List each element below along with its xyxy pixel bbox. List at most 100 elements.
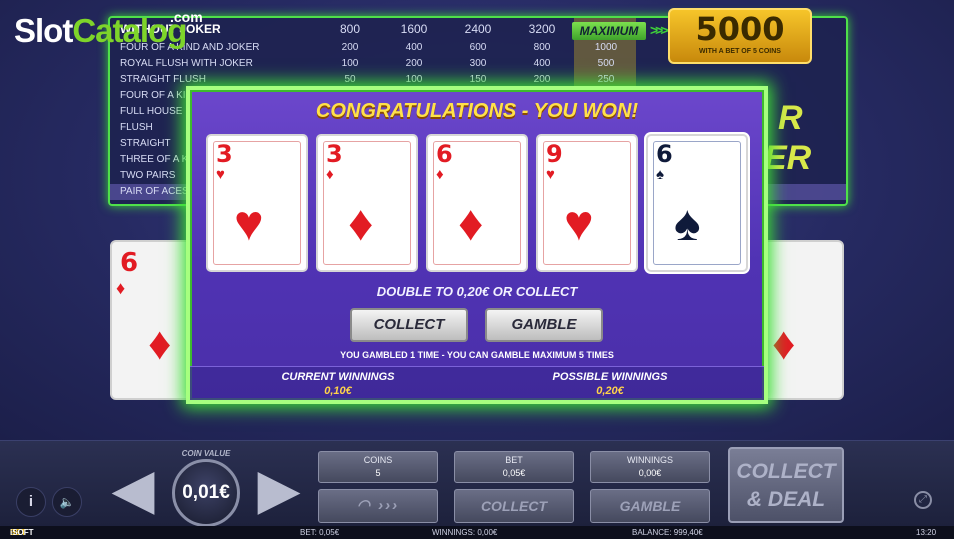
paytable-hand: PAIR OF ACES (120, 186, 189, 197)
coin-value-label: COIN VALUE (181, 449, 231, 458)
bet-value: 0,05€ (502, 468, 526, 478)
playing-card: 9 ♥ ♥ (536, 134, 638, 272)
current-winnings-value: 0,10€ (324, 385, 352, 397)
card-rank: 6 (120, 248, 139, 278)
winnings-value: 0,00€ (638, 468, 662, 478)
fullscreen-icon[interactable]: ⤢ (914, 491, 932, 509)
possible-winnings-label: POSSIBLE WINNINGS (552, 371, 668, 383)
winnings-strip: CURRENT WINNINGS 0,10€ POSSIBLE WINNINGS… (190, 366, 764, 400)
paytable-header-pay: 1600 (400, 22, 428, 36)
spade-icon: ♠ (674, 195, 701, 251)
background-card-left: 6 ♦ ♦ (110, 240, 192, 400)
coins-value: 5 (375, 468, 381, 478)
maximum-arrows-icon: >>> (650, 22, 668, 38)
paytable-header-pay: 2400 (464, 22, 492, 36)
diamond-icon: ♦ (326, 166, 334, 183)
coins-label: COINS (363, 455, 393, 465)
game-logo-line: ER (764, 139, 812, 177)
maximum-label: MAXIMUM (572, 22, 646, 40)
gamble-count-text: YOU GAMBLED 1 TIME - YOU CAN GAMBLE MAXI… (340, 350, 614, 360)
status-time: 13:20 (916, 528, 937, 537)
paytable-header-pay: 3200 (528, 22, 556, 36)
heart-icon: ♥ (564, 195, 594, 251)
card-rank: 6 (436, 140, 453, 168)
bet-field: BET 0,05€ (454, 451, 574, 483)
status-balance: BALANCE: 999,40€ (632, 528, 703, 537)
current-winnings-label: CURRENT WINNINGS (281, 371, 395, 383)
win-dialog: CONGRATULATIONS - YOU WON! 3 ♥ ♥ 3 ♦ ♦ 6… (186, 86, 768, 404)
bet-label: BET (505, 455, 523, 465)
paytable-pay: 100 (405, 74, 423, 85)
paytable-hand: THREE OF A KI (120, 154, 192, 165)
double-or-collect-text: DOUBLE TO 0,20€ OR COLLECT (376, 284, 578, 299)
diamond-icon: ♦ (116, 278, 126, 298)
possible-winnings-value: 0,20€ (596, 385, 624, 397)
paytable-pay: 600 (469, 42, 487, 53)
coins-field: COINS 5 (318, 451, 438, 483)
info-icon[interactable]: i (16, 487, 46, 517)
collect-button-disabled[interactable]: COLLECT (454, 489, 574, 523)
diamond-icon: ♦ (458, 195, 484, 251)
paytable-hand: ROYAL FLUSH WITH JOKER (120, 58, 253, 69)
arrow-left-icon: ◀ (111, 457, 155, 520)
paytable-pay: 200 (405, 58, 423, 69)
paytable-pay: 100 (341, 58, 359, 69)
heart-icon: ♥ (234, 195, 264, 251)
paytable-hand: STRAIGHT (120, 138, 171, 149)
gamble-button[interactable]: GAMBLE (485, 308, 603, 342)
status-bet: BET: 0,05€ (300, 528, 340, 537)
gamble-button-disabled[interactable]: GAMBLE (590, 489, 710, 523)
playing-card: 3 ♥ ♥ (206, 134, 308, 272)
paytable-hand: FULL HOUSE (120, 106, 183, 117)
collect-and-deal-button[interactable]: COLLECT & DEAL (728, 447, 844, 523)
paytable-pay: 200 (341, 42, 359, 53)
paytable-hand: TWO PAIRS (120, 170, 176, 181)
arrow-right-icon: ▶ (257, 457, 301, 520)
autoplay-button[interactable]: ◠ ››› (318, 489, 438, 523)
collect-button[interactable]: COLLECT (350, 308, 468, 342)
paytable-pay: 1000 (594, 42, 618, 53)
paytable-pay: 500 (597, 58, 615, 69)
decrease-coin-button[interactable]: ◀ (108, 459, 158, 525)
paytable-pay: 300 (469, 58, 487, 69)
card-rank: 6 (656, 140, 673, 168)
card-rank: 3 (326, 140, 343, 168)
provider-logo: iSOFT BET (10, 528, 34, 537)
winnings-label: WINNINGS (627, 455, 673, 465)
paytable-pay: 400 (533, 58, 551, 69)
diamond-icon: ♦ (348, 195, 374, 251)
jackpot-amount: 5000 (695, 10, 785, 48)
status-bar: iSOFT BET BET: 0,05€ WINNINGS: 0,00€ BALA… (0, 526, 954, 539)
diamond-icon: ♦ (148, 317, 172, 369)
current-winnings: CURRENT WINNINGS 0,10€ (238, 371, 438, 397)
increase-coin-button[interactable]: ▶ (254, 459, 304, 525)
spade-icon: ♠ (656, 166, 664, 183)
paytable-pay: 50 (344, 74, 356, 85)
card-rank: 3 (216, 140, 233, 168)
possible-winnings: POSSIBLE WINNINGS 0,20€ (510, 371, 710, 397)
paytable-pay: 800 (533, 42, 551, 53)
paytable-hand: FOUR OF A KI (120, 90, 186, 101)
win-dialog-title: CONGRATULATIONS - YOU WON! (315, 100, 639, 122)
playing-card: 3 ♦ ♦ (316, 134, 418, 272)
paytable-pay: 400 (405, 42, 423, 53)
paytable-pay: 150 (469, 74, 487, 85)
coin-value-display: 0,01€ (172, 459, 240, 527)
control-bar: i 🔈 ◀ COIN VALUE 0,01€ ▶ COINS 5 BET 0,0… (0, 440, 954, 527)
playing-card: 6 ♠ ♠ (646, 134, 748, 272)
slotcatalog-logo: SlotCatalog .com (14, 9, 203, 50)
diamond-icon: ♦ (772, 317, 796, 369)
jackpot-display: 5000 WITH A BET OF 5 COINS (668, 8, 812, 64)
game-logo-line: R (778, 99, 803, 137)
background-card-right: ♦ (762, 240, 844, 400)
logo-text-slot: Slot (14, 12, 73, 49)
sound-icon[interactable]: 🔈 (52, 487, 82, 517)
paytable-pay: 250 (597, 74, 615, 85)
playing-card: 6 ♦ ♦ (426, 134, 528, 272)
heart-icon: ♥ (216, 166, 225, 183)
paytable-header-pay: 800 (339, 22, 361, 36)
game-logo-partial: R ER (756, 98, 836, 178)
paytable-hand: STRAIGHT FLUSH (120, 74, 206, 85)
paytable-hand: FLUSH (120, 122, 153, 133)
jackpot-subtitle: WITH A BET OF 5 COINS (699, 48, 781, 55)
